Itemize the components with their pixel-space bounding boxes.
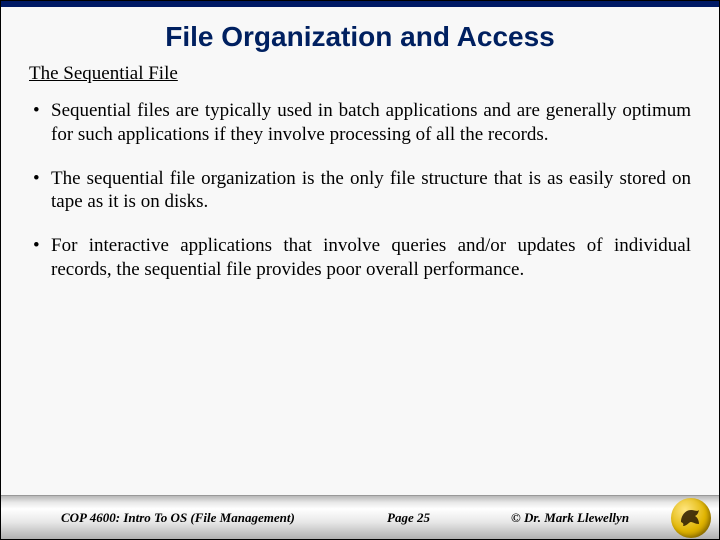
ucf-pegasus-logo <box>671 498 711 538</box>
subheading: The Sequential File <box>29 63 691 85</box>
list-item: The sequential file organization is the … <box>29 167 691 215</box>
footer-page: Page 25 <box>387 510 430 526</box>
list-item: Sequential files are typically used in b… <box>29 99 691 147</box>
footer-course: COP 4600: Intro To OS (File Management) <box>61 510 295 526</box>
list-item: For interactive applications that involv… <box>29 234 691 282</box>
slide-title: File Organization and Access <box>11 21 709 53</box>
bullet-list: Sequential files are typically used in b… <box>29 99 691 282</box>
footer-author: © Dr. Mark Llewellyn <box>511 510 629 526</box>
content-area: The Sequential File Sequential files are… <box>1 63 719 495</box>
pegasus-icon <box>677 504 705 532</box>
title-area: File Organization and Access <box>1 7 719 63</box>
footer-bar: COP 4600: Intro To OS (File Management) … <box>1 495 719 539</box>
